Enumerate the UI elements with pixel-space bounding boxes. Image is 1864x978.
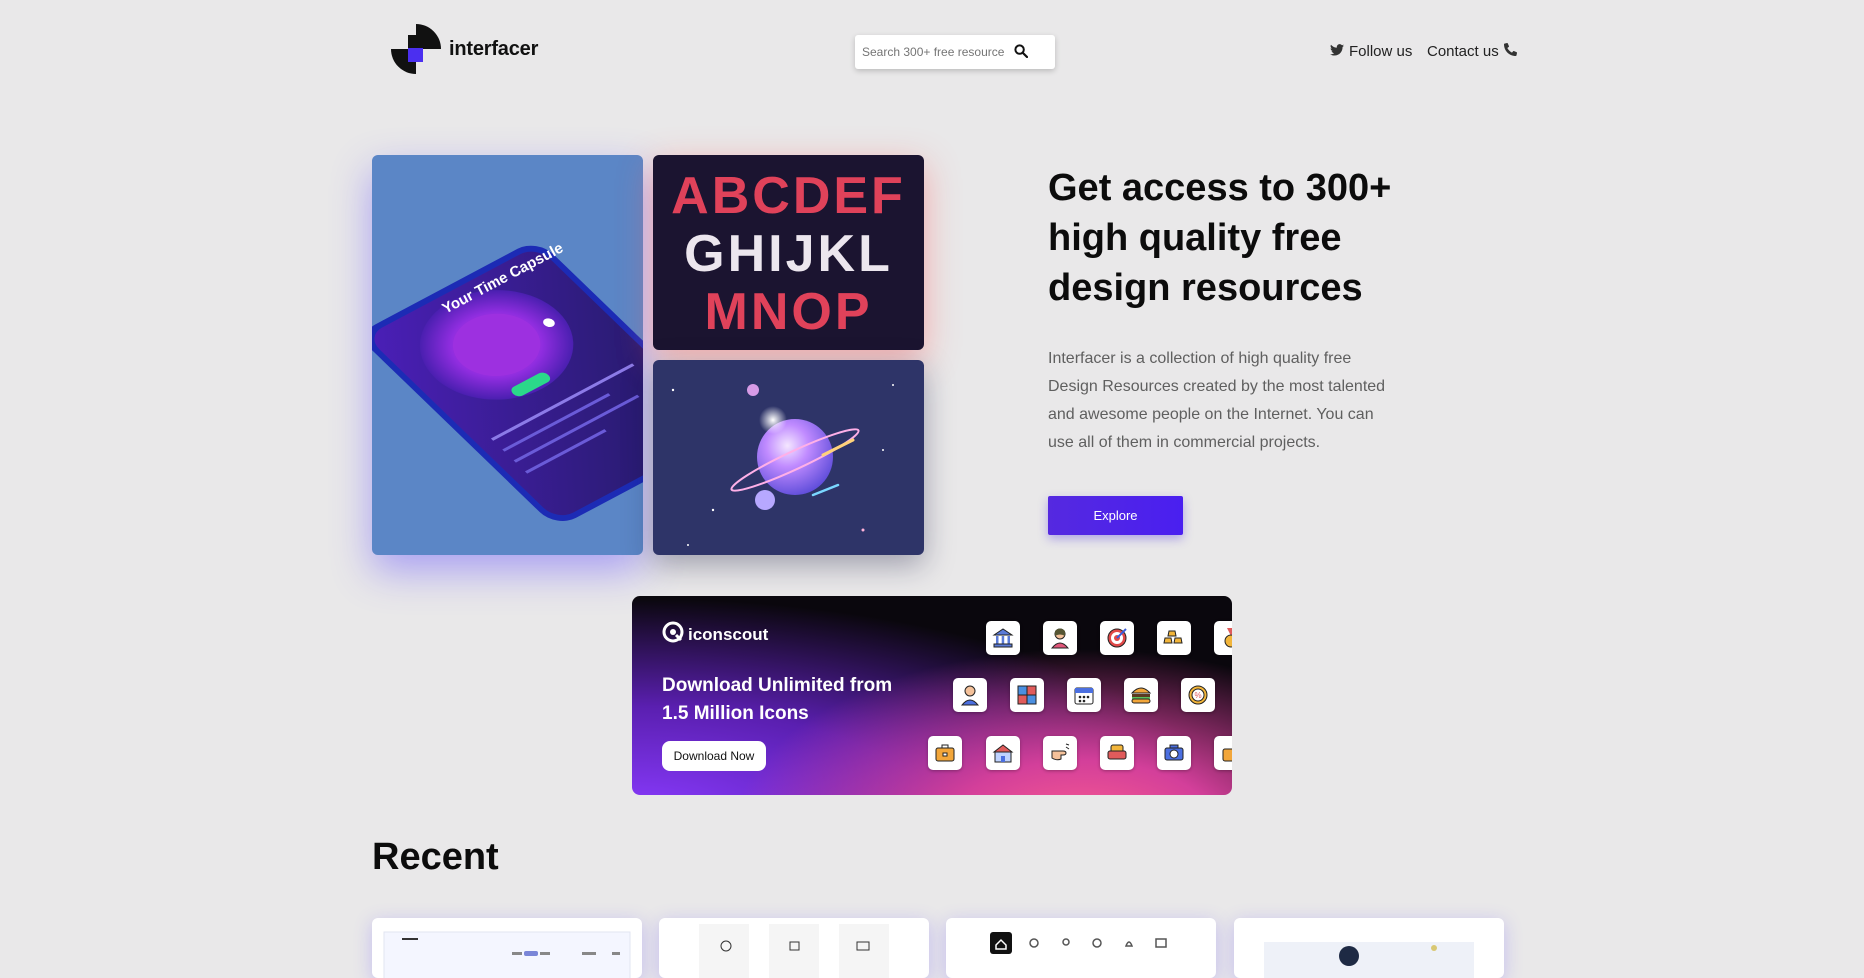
phone-mockup-illustration: Your Time Capsule: [372, 239, 643, 521]
armchair-icon: [1100, 736, 1134, 770]
ad-title: Download Unlimited from 1.5 Million Icon…: [662, 675, 893, 724]
logo-mark-icon: [391, 24, 441, 74]
icons-preview-thumbnail: [699, 924, 889, 978]
school-building-icon: [986, 736, 1020, 770]
explore-button[interactable]: Explore: [1048, 496, 1183, 535]
bag-icon: [1214, 736, 1232, 770]
typeface-tile[interactable]: ABCDEF GHIJKL MNOP: [653, 155, 924, 350]
calendar-icon: [1067, 678, 1101, 712]
puzzle-icon: [1010, 678, 1044, 712]
medal-icon: [1214, 621, 1232, 655]
download-now-button[interactable]: Download Now: [662, 741, 766, 771]
recent-card-illustration[interactable]: [1234, 918, 1504, 978]
site-logo[interactable]: interfacer: [391, 24, 538, 74]
type-line-1: ABCDEF: [671, 167, 906, 225]
illustration-preview-thumbnail: [1264, 942, 1474, 978]
iconscout-brand-label: iconscout: [688, 624, 769, 644]
type-line-3: MNOP: [704, 283, 873, 341]
gold-bars-icon: [1157, 621, 1191, 655]
iconscout-brand: iconscout: [662, 621, 768, 648]
iconscout-ad-banner[interactable]: iconscout Download Unlimited from 1.5 Mi…: [632, 596, 1232, 795]
search-input[interactable]: [860, 44, 1006, 60]
bank-icon: [986, 621, 1020, 655]
businessman-icon: [953, 678, 987, 712]
recent-section-title: Recent: [372, 836, 499, 878]
search-box[interactable]: [855, 35, 1055, 69]
follow-us-label: Follow us: [1349, 43, 1413, 60]
iconscout-logo-icon: [662, 621, 684, 648]
phone-icon: [1503, 42, 1517, 60]
discount-badge-icon: %: [1181, 678, 1215, 712]
recent-card-dashboard[interactable]: [372, 918, 642, 978]
type-line-2: GHIJKL: [684, 225, 893, 283]
pointing-hand-icon: [1043, 736, 1077, 770]
planet-illustration: [671, 384, 894, 546]
svg-text:%: %: [1194, 691, 1201, 700]
recent-card-nav-icons[interactable]: [946, 918, 1216, 978]
phone-mockup-tile[interactable]: Your Time Capsule: [372, 155, 643, 555]
twitter-icon: [1330, 43, 1344, 60]
recent-card-icons[interactable]: [659, 918, 929, 978]
target-icon: [1100, 621, 1134, 655]
logo-text: interfacer: [449, 37, 539, 60]
search-icon[interactable]: [1014, 44, 1030, 60]
contact-us-label: Contact us: [1427, 43, 1499, 60]
camera-icon: [1157, 736, 1191, 770]
planet-illustration-tile[interactable]: [653, 360, 924, 555]
businesswoman-icon: [1043, 621, 1077, 655]
dashboard-preview-thumbnail: [383, 931, 631, 978]
follow-us-link[interactable]: Follow us: [1330, 43, 1412, 60]
hero-title: Get access to 300+ high quality free des…: [1048, 167, 1392, 309]
hero-description: Interfacer is a collection of high quali…: [1048, 350, 1386, 451]
briefcase-icon: [928, 736, 962, 770]
contact-us-link[interactable]: Contact us: [1427, 42, 1517, 60]
nav-icons-preview-thumbnail: [990, 932, 1167, 954]
burger-icon: [1124, 678, 1158, 712]
